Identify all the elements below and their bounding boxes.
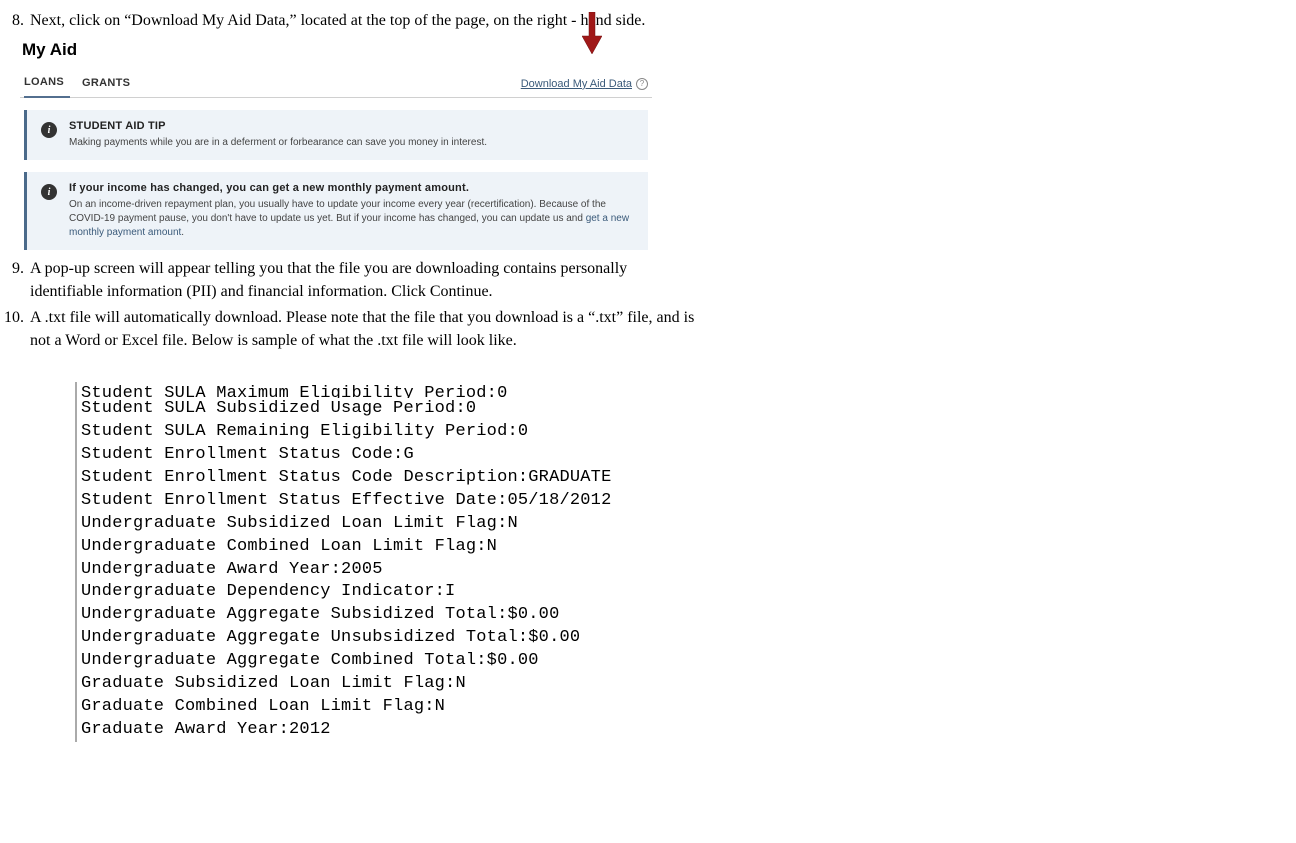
download-my-aid-data-link[interactable]: Download My Aid Data (521, 78, 632, 90)
txt-line: Undergraduate Aggregate Combined Total:$… (81, 651, 539, 670)
info-icon: i (41, 122, 57, 138)
income-changed-box: i If your income has changed, you can ge… (24, 172, 648, 250)
txt-line: Student Enrollment Status Effective Date… (81, 491, 612, 510)
tip-title: STUDENT AID TIP (69, 120, 634, 132)
txt-line: Undergraduate Aggregate Unsubsidized Tot… (81, 628, 580, 647)
tab-grants[interactable]: GRANTS (82, 71, 142, 97)
txt-line: Student SULA Maximum Eligibility Period:… (81, 382, 720, 398)
my-aid-heading: My Aid (20, 40, 652, 60)
tabs-row: LOANS GRANTS Download My Aid Data ? (20, 70, 652, 98)
step-8: 8. Next, click on “Download My Aid Data,… (0, 10, 720, 32)
step-text: A .txt file will automatically download.… (30, 307, 720, 352)
tip-text: On an income-driven repayment plan, you … (69, 198, 634, 240)
txt-line: Graduate Combined Loan Limit Flag:N (81, 697, 445, 716)
txt-line: Undergraduate Combined Loan Limit Flag:N (81, 537, 497, 556)
info-content: If your income has changed, you can get … (69, 182, 634, 240)
my-aid-screenshot: My Aid LOANS GRANTS Download My Aid Data… (20, 40, 652, 250)
txt-line: Student Enrollment Status Code:G (81, 445, 414, 464)
txt-line: Undergraduate Award Year:2005 (81, 560, 383, 579)
info-content: STUDENT AID TIP Making payments while yo… (69, 120, 634, 150)
tip-title: If your income has changed, you can get … (69, 182, 634, 194)
txt-line: Student Enrollment Status Code Descripti… (81, 468, 612, 487)
step-number: 9. (0, 258, 30, 303)
txt-line: Undergraduate Dependency Indicator:I (81, 582, 455, 601)
txt-line: Undergraduate Subsidized Loan Limit Flag… (81, 514, 518, 533)
step-9: 9. A pop-up screen will appear telling y… (0, 258, 720, 303)
help-icon[interactable]: ? (636, 78, 648, 90)
tip-text-pre: On an income-driven repayment plan, you … (69, 199, 606, 224)
txt-line: Graduate Award Year:2012 (81, 720, 331, 739)
txt-line: Student SULA Subsidized Usage Period:0 (81, 399, 476, 418)
step-number: 8. (0, 10, 30, 32)
tip-text-post: . (181, 227, 184, 238)
download-link-container: Download My Aid Data ? (521, 78, 648, 90)
tip-text: Making payments while you are in a defer… (69, 136, 634, 150)
txt-file-sample: Student SULA Maximum Eligibility Period:… (75, 382, 720, 742)
step-text: A pop-up screen will appear telling you … (30, 258, 720, 303)
tab-loans[interactable]: LOANS (24, 70, 70, 98)
step-text: Next, click on “Download My Aid Data,” l… (30, 10, 720, 32)
red-arrow-icon (582, 12, 602, 54)
txt-line: Student SULA Remaining Eligibility Perio… (81, 422, 528, 441)
info-icon: i (41, 184, 57, 200)
txt-line: Undergraduate Aggregate Subsidized Total… (81, 605, 559, 624)
txt-line: Graduate Subsidized Loan Limit Flag:N (81, 674, 466, 693)
student-aid-tip-box: i STUDENT AID TIP Making payments while … (24, 110, 648, 160)
step-number: 10. (0, 307, 30, 352)
step-10: 10. A .txt file will automatically downl… (0, 307, 720, 352)
